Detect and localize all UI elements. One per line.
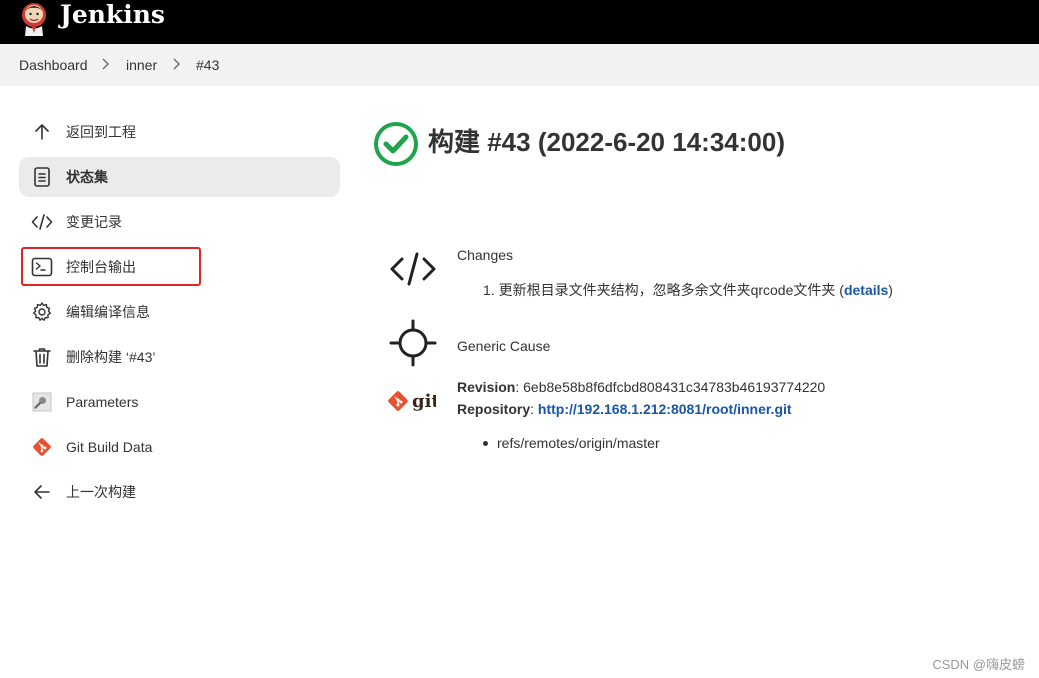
repository-link[interactable]: http://192.168.1.212:8081/root/inner.git: [538, 401, 792, 417]
branch-item: refs/remotes/origin/master: [497, 435, 660, 451]
git-logo-text: git: [412, 391, 436, 412]
code-icon: [31, 214, 53, 230]
git-revision: Revision: 6eb8e58b8f6dfcbd808431c34783b4…: [457, 378, 825, 396]
repository-label: Repository: [457, 401, 531, 417]
sidebar-item-label: 编辑编译信息: [66, 304, 150, 320]
sidebar-item-parameters[interactable]: Parameters: [19, 382, 340, 422]
chevron-right-icon: [173, 58, 180, 70]
highlight-annotation-box: [21, 247, 201, 286]
sidebar-item-back-to-project[interactable]: 返回到工程: [19, 112, 340, 152]
cause-heading: Generic Cause: [457, 338, 551, 354]
trash-icon: [33, 348, 51, 367]
repository-sep: :: [530, 401, 538, 417]
parameters-icon: [32, 392, 52, 412]
change-item: 1. 更新根目录文件夹结构，忽略多余文件夹qrcode文件夹 (details): [483, 281, 893, 299]
crosshair-icon: [389, 319, 437, 367]
change-number: 1.: [483, 282, 495, 298]
sidebar-item-label: 删除构建 ‘#43’: [66, 349, 156, 365]
page-title: 构建 #43 (2022-6-20 14:34:00): [428, 127, 785, 157]
sidebar-item-label: Git Build Data: [66, 439, 153, 455]
git-icon: [33, 438, 51, 456]
jenkins-logo-icon[interactable]: [18, 0, 50, 36]
sidebar-item-delete-build[interactable]: 删除构建 ‘#43’: [19, 337, 340, 377]
sidebar-item-status[interactable]: 状态集: [19, 157, 340, 197]
sidebar-item-changes[interactable]: 变更记录: [19, 202, 340, 242]
changes-heading: Changes: [457, 247, 514, 263]
git-repository: Repository: http://192.168.1.212:8081/ro…: [457, 400, 792, 418]
sidebar-item-edit-build-info[interactable]: 编辑编译信息: [19, 292, 340, 332]
change-suffix: ): [888, 282, 893, 298]
sidebar-item-previous-build[interactable]: 上一次构建: [19, 472, 340, 512]
chevron-right-icon: [102, 58, 109, 70]
sidebar-item-label: Parameters: [66, 394, 139, 410]
breadcrumb: Dashboard inner #43: [0, 44, 1039, 86]
csdn-watermark: CSDN @嗨皮螃: [932, 657, 1025, 672]
revision-label: Revision: [457, 379, 516, 395]
sidebar-item-git-build-data[interactable]: Git Build Data: [19, 427, 340, 467]
sidebar-item-label: 返回到工程: [66, 124, 136, 140]
change-details-link[interactable]: details: [844, 282, 888, 298]
jenkins-brand[interactable]: Jenkins: [60, 0, 165, 30]
gear-icon: [33, 302, 51, 321]
sidebar-item-label: 状态集: [66, 169, 108, 185]
arrow-up-icon: [35, 124, 49, 140]
revision-value: : 6eb8e58b8f6dfcbd808431c34783b461937742…: [515, 379, 826, 395]
code-icon: [390, 252, 436, 286]
git-logo-icon: git: [388, 391, 436, 412]
breadcrumb-dashboard[interactable]: Dashboard: [19, 56, 88, 74]
sidebar-item-label: 变更记录: [66, 214, 122, 230]
success-check-icon: [374, 122, 418, 166]
top-bar: Jenkins: [0, 0, 1039, 44]
breadcrumb-build[interactable]: #43: [196, 56, 219, 74]
breadcrumb-inner[interactable]: inner: [126, 56, 157, 74]
change-message: 更新根目录文件夹结构，忽略多余文件夹qrcode文件夹 (: [498, 282, 844, 298]
bullet: [483, 441, 488, 446]
sidebar-item-label: 上一次构建: [66, 484, 136, 500]
arrow-left-icon: [34, 485, 50, 499]
document-icon: [34, 167, 50, 187]
